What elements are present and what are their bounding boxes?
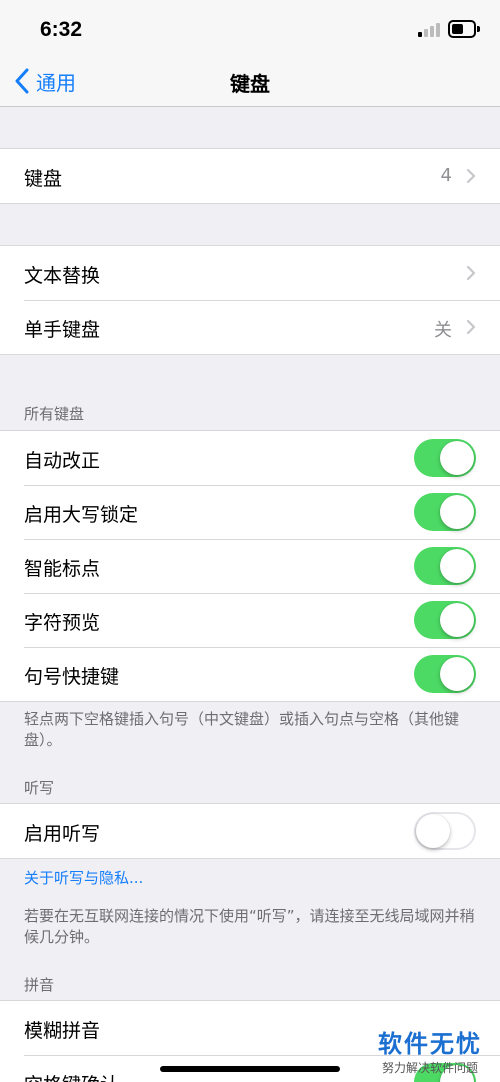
row-label: 单手键盘 [24,319,101,341]
row-label: 自动改正 [24,450,101,472]
toggle-knob [440,549,474,583]
period-shortcut-toggle[interactable] [414,655,476,693]
row-label: 模糊拼音 [24,1020,101,1042]
signal-icon [418,23,442,37]
row-keyboards[interactable]: 键盘 4 [0,149,500,203]
status-time: 6:32 [40,18,83,41]
dictation-toggle[interactable] [414,812,476,850]
row-value: 4 [440,165,452,186]
keyboards-group: 键盘 4 [0,148,500,204]
row-one-handed-keyboard[interactable]: 单手键盘 关 [0,300,500,354]
text-options-group: 文本替换 单手键盘 关 [0,245,500,355]
caps-lock-toggle[interactable] [414,493,476,531]
chevron-right-icon [466,319,476,335]
row-period-shortcut: 句号快捷键 [0,647,500,701]
watermark-title: 软件无忧 [378,1030,482,1058]
row-label: 键盘 [24,168,63,190]
page-title: 键盘 [230,72,270,96]
section-header-pinyin: 拼音 [24,976,55,994]
section-header-dictation: 听写 [24,779,55,797]
chevron-right-icon [466,168,476,184]
row-label: 启用听写 [24,823,101,845]
row-label: 句号快捷键 [24,666,120,688]
row-caps-lock: 启用大写锁定 [0,485,500,539]
toggle-knob [440,657,474,691]
section-header-all-keyboards: 所有键盘 [24,405,85,423]
row-label: 字符预览 [24,612,101,634]
battery-icon [448,20,480,38]
toggle-knob [440,603,474,637]
watermark-logo: 软件无忧 努力解决软件问题 [378,1024,482,1076]
row-enable-dictation: 启用听写 [0,804,500,858]
smart-punctuation-toggle[interactable] [414,547,476,585]
toggle-knob [416,814,450,848]
all-keyboards-footer: 轻点两下空格键插入句号（中文键盘）或插入句点与空格（其他键盘）。 [24,710,460,749]
all-keyboards-group: 自动改正 启用大写锁定 智能标点 字符预览 句号快捷键 [0,430,500,702]
auto-correction-toggle[interactable] [414,439,476,477]
row-label: 文本替换 [24,265,101,287]
home-indicator[interactable] [160,1066,340,1072]
toggle-knob [440,495,474,529]
row-character-preview: 字符预览 [0,593,500,647]
row-label: 空格键确认 [24,1070,119,1082]
dictation-footer: 若要在无互联网连接的情况下使用“听写”，请连接至无线局域网并稍候几分钟。 [24,907,475,946]
navigation-bar: 通用 键盘 [0,56,500,107]
row-value: 关 [434,320,452,341]
status-bar: 6:32 [0,0,500,56]
character-preview-toggle[interactable] [414,601,476,639]
dictation-group: 启用听写 [0,803,500,859]
dictation-privacy-link[interactable]: 关于听写与隐私... [24,867,143,888]
row-auto-correction: 自动改正 [0,431,500,485]
watermark-subtitle: 努力解决软件问题 [381,1061,478,1075]
row-label: 智能标点 [24,558,101,580]
row-text-replacement[interactable]: 文本替换 [0,246,500,300]
toggle-knob [440,441,474,475]
row-label: 启用大写锁定 [24,504,139,526]
chevron-right-icon [466,265,476,281]
row-smart-punctuation: 智能标点 [0,539,500,593]
